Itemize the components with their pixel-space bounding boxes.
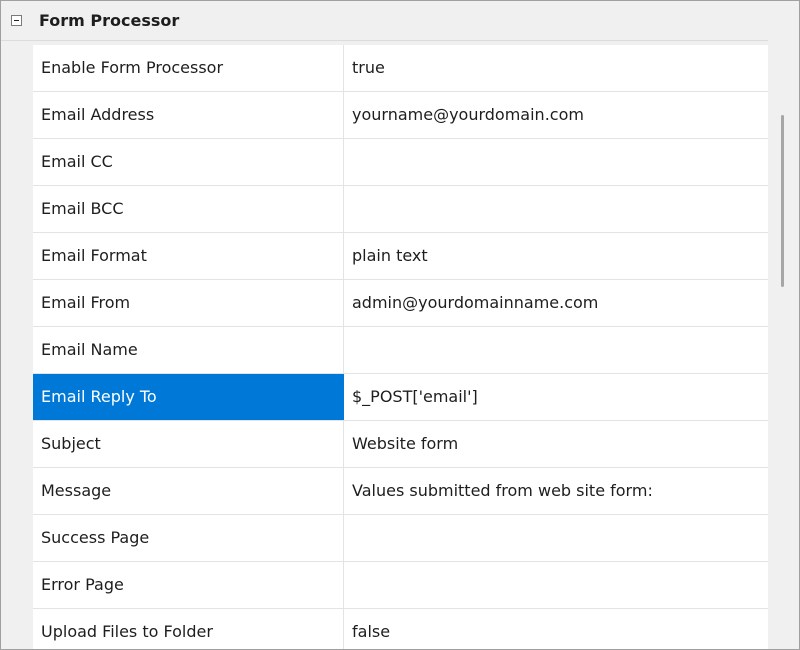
- property-value[interactable]: yourname@yourdomain.com: [344, 92, 768, 138]
- property-name[interactable]: Success Page: [33, 515, 344, 561]
- property-row-email-name[interactable]: Email Name: [33, 327, 768, 374]
- property-value[interactable]: admin@yourdomainname.com: [344, 280, 768, 326]
- property-name[interactable]: Subject: [33, 421, 344, 467]
- property-name[interactable]: Email CC: [33, 139, 344, 185]
- property-row-email-cc[interactable]: Email CC: [33, 139, 768, 186]
- property-grid-window: Form Processor Enable Form Processor tru…: [0, 0, 800, 650]
- property-row-email-bcc[interactable]: Email BCC: [33, 186, 768, 233]
- property-value[interactable]: $_POST['email']: [344, 374, 768, 420]
- property-name[interactable]: Email Name: [33, 327, 344, 373]
- property-row-email-from[interactable]: Email From admin@yourdomainname.com: [33, 280, 768, 327]
- property-row-email-reply-to[interactable]: Email Reply To $_POST['email']: [33, 374, 768, 421]
- property-row-error-page[interactable]: Error Page: [33, 562, 768, 609]
- property-name[interactable]: Email Address: [33, 92, 344, 138]
- property-value[interactable]: Values submitted from web site form:: [344, 468, 768, 514]
- collapse-minus-icon[interactable]: [11, 15, 22, 26]
- scrollbar-thumb[interactable]: [781, 115, 784, 287]
- property-row-success-page[interactable]: Success Page: [33, 515, 768, 562]
- category-title: Form Processor: [39, 11, 180, 30]
- property-name[interactable]: Error Page: [33, 562, 344, 608]
- property-value[interactable]: plain text: [344, 233, 768, 279]
- property-name[interactable]: Email From: [33, 280, 344, 326]
- property-value[interactable]: Website form: [344, 421, 768, 467]
- property-row-upload-files-to-folder[interactable]: Upload Files to Folder false: [33, 609, 768, 649]
- property-row-subject[interactable]: Subject Website form: [33, 421, 768, 468]
- property-grid: Enable Form Processor true Email Address…: [33, 45, 768, 649]
- property-row-email-address[interactable]: Email Address yourname@yourdomain.com: [33, 92, 768, 139]
- property-name[interactable]: Email BCC: [33, 186, 344, 232]
- property-value[interactable]: [344, 515, 768, 561]
- property-value[interactable]: false: [344, 609, 768, 649]
- property-name[interactable]: Upload Files to Folder: [33, 609, 344, 649]
- property-value[interactable]: [344, 327, 768, 373]
- property-row-email-format[interactable]: Email Format plain text: [33, 233, 768, 280]
- property-row-message[interactable]: Message Values submitted from web site f…: [33, 468, 768, 515]
- category-header-form-processor[interactable]: Form Processor: [1, 1, 768, 41]
- property-value[interactable]: true: [344, 45, 768, 91]
- property-value[interactable]: [344, 186, 768, 232]
- vertical-scrollbar[interactable]: [770, 1, 794, 649]
- property-name[interactable]: Email Reply To: [33, 374, 344, 420]
- property-name[interactable]: Email Format: [33, 233, 344, 279]
- property-name[interactable]: Enable Form Processor: [33, 45, 344, 91]
- property-value[interactable]: [344, 562, 768, 608]
- property-name[interactable]: Message: [33, 468, 344, 514]
- property-row-enable-form-processor[interactable]: Enable Form Processor true: [33, 45, 768, 92]
- property-value[interactable]: [344, 139, 768, 185]
